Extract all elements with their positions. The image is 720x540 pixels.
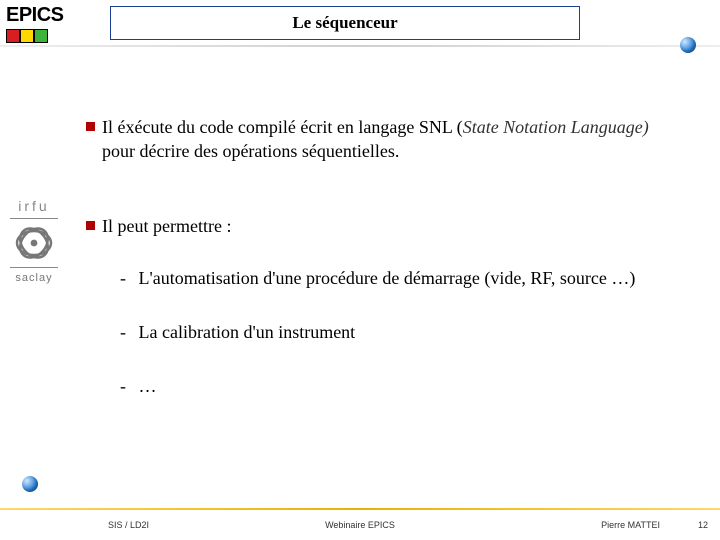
sub-item-2-text: La calibration d'un instrument — [139, 322, 356, 342]
epics-logo-text: EPICS — [6, 4, 64, 27]
ball-icon — [22, 476, 38, 492]
dash-icon: - — [120, 320, 134, 344]
footer-page-number: 12 — [698, 520, 708, 530]
side-divider — [10, 267, 58, 268]
top-divider — [0, 45, 720, 47]
bullet-1-text-pre: Il éxécute du code compilé écrit en lang… — [102, 117, 463, 137]
footer-right: Pierre MATTEI — [601, 520, 660, 530]
bullet-1: Il éxécute du code compilé écrit en lang… — [86, 115, 676, 164]
slide: EPICS Le séquenceur irfu saclay Il éxécu… — [0, 0, 720, 540]
square-green — [34, 29, 48, 43]
side-divider — [10, 218, 58, 219]
content: Il éxécute du code compilé écrit en lang… — [86, 115, 676, 429]
epics-logo: EPICS — [6, 4, 64, 43]
slide-title: Le séquenceur — [292, 13, 397, 33]
ball-icon — [680, 37, 696, 53]
bullet-2-text: Il peut permettre : — [102, 216, 231, 236]
title-box: Le séquenceur — [110, 6, 580, 40]
side-logos: irfu saclay — [8, 198, 60, 284]
sub-item-1-text: L'automatisation d'une procédure de déma… — [139, 268, 636, 288]
footer: SIS / LD2I Webinaire EPICS Pierre MATTEI… — [0, 512, 720, 534]
saclay-text: saclay — [15, 272, 52, 284]
bullet-1-text-post: pour décrire des opérations séquentielle… — [102, 141, 399, 161]
cea-logo-icon — [14, 223, 54, 263]
bullet-2: Il peut permettre : — [86, 214, 676, 238]
sub-item-3-text: … — [139, 376, 157, 396]
epics-logo-squares — [6, 29, 64, 43]
square-yellow — [20, 29, 34, 43]
dash-icon: - — [120, 374, 134, 398]
square-red — [6, 29, 20, 43]
bottom-divider — [0, 508, 720, 510]
bullet-1-italic: State Notation Language) — [463, 117, 649, 137]
sub-item-2: - La calibration d'un instrument — [120, 320, 676, 344]
dash-icon: - — [120, 266, 134, 290]
sub-item-1: - L'automatisation d'une procédure de dé… — [120, 266, 676, 290]
sub-item-3: - … — [120, 374, 676, 398]
irfu-text: irfu — [18, 198, 49, 214]
